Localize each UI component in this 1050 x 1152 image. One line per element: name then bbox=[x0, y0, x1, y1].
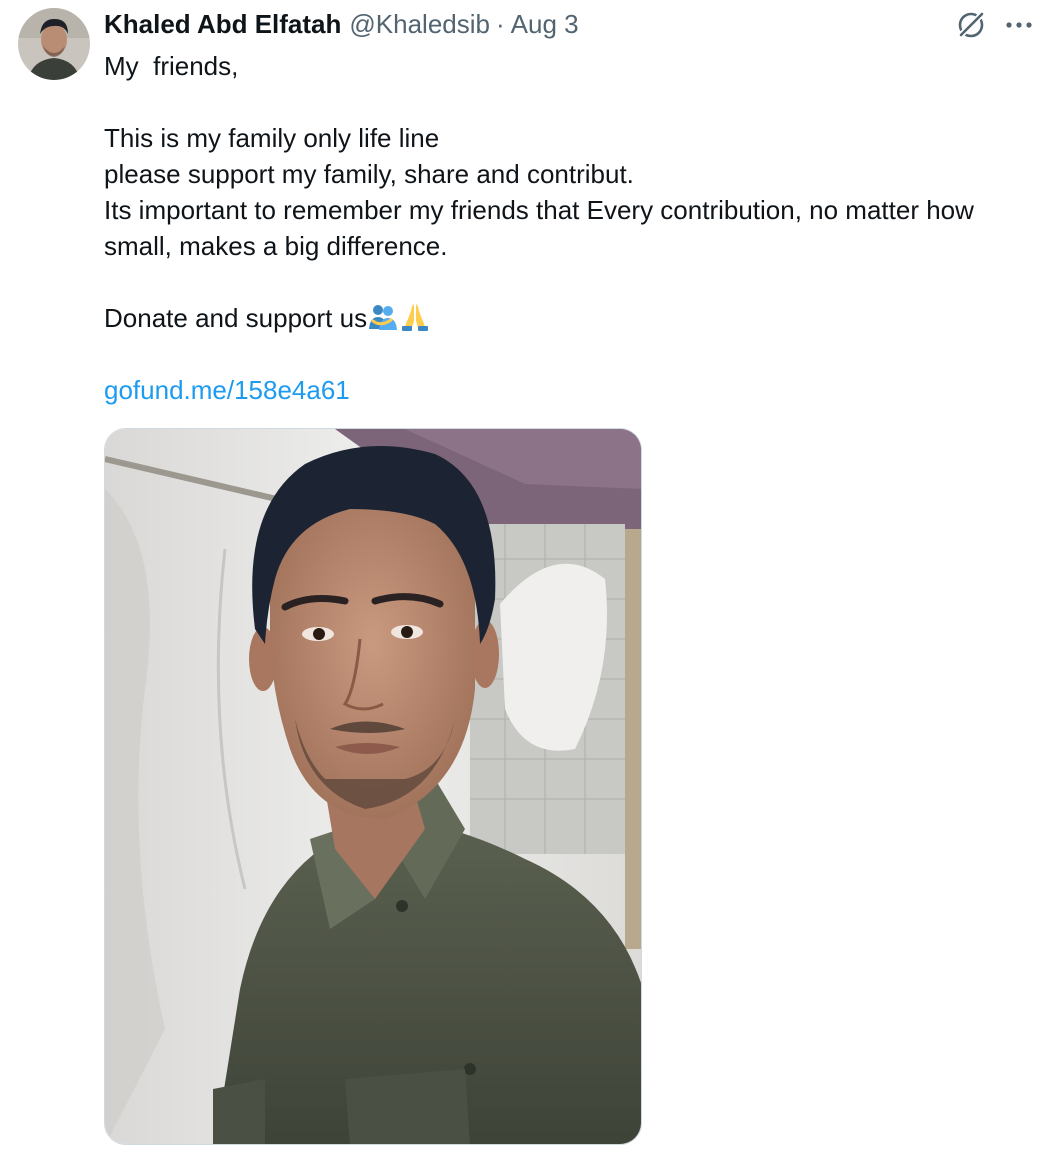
people-hugging-icon bbox=[367, 301, 399, 333]
author-avatar[interactable] bbox=[18, 8, 90, 80]
author-display-name[interactable]: Khaled Abd Elfatah bbox=[104, 9, 341, 40]
tweet-text: My friends, This is my family only life … bbox=[104, 48, 1024, 408]
tweet-line: My friends, bbox=[104, 51, 239, 81]
tweet-line: This is my family only life line bbox=[104, 123, 440, 153]
tweet-link-line: gofund.me/158e4a61 bbox=[104, 372, 1024, 408]
donate-text: Donate and support us bbox=[104, 303, 368, 333]
tweet-line-donate: Donate and support us bbox=[104, 300, 1024, 336]
tweet: Khaled Abd Elfatah @Khaledsib · Aug 3 My… bbox=[0, 0, 1050, 1152]
folded-hands-icon bbox=[399, 301, 431, 333]
tweet-media-photo[interactable] bbox=[104, 428, 642, 1145]
header-separator: · bbox=[495, 8, 505, 39]
more-icon[interactable] bbox=[1002, 10, 1036, 40]
man-selfie-photo bbox=[105, 429, 641, 1144]
tweet-line: please support my family, share and cont… bbox=[104, 159, 634, 189]
grok-icon[interactable] bbox=[954, 8, 988, 42]
tweet-line: Its important to remember my friends tha… bbox=[104, 195, 982, 261]
gofundme-link[interactable]: gofund.me/158e4a61 bbox=[104, 375, 350, 405]
author-handle[interactable]: @Khaledsib bbox=[349, 9, 490, 40]
tweet-date[interactable]: Aug 3 bbox=[511, 9, 579, 40]
tweet-header: Khaled Abd Elfatah @Khaledsib · Aug 3 bbox=[104, 6, 579, 42]
avatar-photo bbox=[18, 8, 90, 80]
